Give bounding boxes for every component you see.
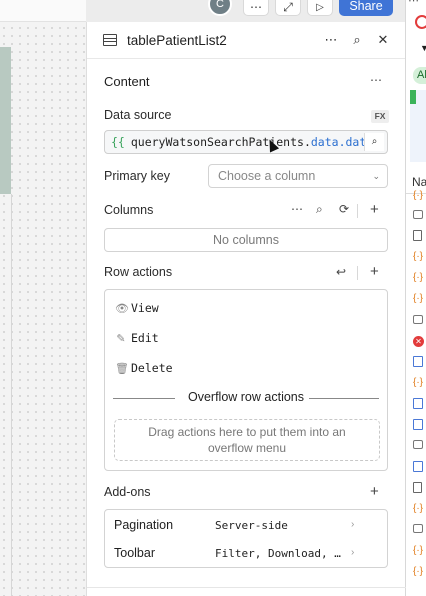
chevron-right-icon[interactable]: › — [351, 547, 354, 558]
more-icon[interactable]: ⋯ — [408, 0, 419, 7]
overflow-divider: Overflow row actions — [113, 390, 379, 406]
braces-icon: {·} — [413, 190, 424, 201]
braces-icon: {·} — [413, 293, 424, 304]
row-action-delete[interactable]: 🗑 Delete — [115, 361, 173, 375]
addons-list: Pagination Server-side › Toolbar Filter,… — [104, 509, 388, 568]
add-column-icon[interactable]: + — [370, 201, 379, 218]
chevron-down-icon[interactable]: ▼ — [420, 43, 426, 53]
primary-key-label: Primary key — [104, 169, 170, 183]
checkbox-icon — [413, 524, 423, 533]
share-button[interactable]: Share — [339, 0, 393, 16]
braces-icon: {·} — [413, 566, 424, 577]
data-source-input[interactable]: {{queryWatsonSearchPatients.data.data — [104, 130, 388, 154]
primary-key-select[interactable]: Choose a column ⌄ — [208, 164, 388, 188]
overflow-row-actions-label: Overflow row actions — [187, 390, 304, 404]
row-action-edit[interactable]: ✎ Edit — [115, 331, 158, 345]
checkbox-icon — [413, 440, 423, 449]
columns-empty-state: No columns — [104, 228, 388, 252]
addon-toolbar-label[interactable]: Toolbar — [114, 546, 155, 560]
canvas-component-edge[interactable] — [0, 47, 11, 194]
document-icon — [413, 482, 422, 493]
table-icon — [103, 34, 117, 46]
braces-icon: {·} — [413, 503, 424, 514]
addon-pagination-label[interactable]: Pagination — [114, 518, 173, 532]
column-picker-icon[interactable]: ⌕ — [316, 202, 323, 217]
row-actions-list: 👁 View ✎ Edit 🗑 Delete Overflow row acti… — [104, 289, 388, 471]
add-row-action-icon[interactable]: + — [370, 263, 379, 280]
braces-icon: {·} — [413, 545, 424, 556]
addon-toolbar-value[interactable]: Filter, Download, … — [215, 547, 341, 560]
preview-button[interactable]: ▷ — [307, 0, 333, 16]
divider — [357, 204, 358, 218]
overflow-drop-zone[interactable]: Drag actions here to put them into an ov… — [114, 419, 380, 461]
right-side-panel: ⋯ ▼ Al Na {·} {·} {·} {·} ✕ {·} {·} {·} … — [405, 0, 426, 596]
close-icon[interactable]: ✕ — [373, 32, 393, 48]
row-action-view[interactable]: 👁 View — [115, 301, 159, 315]
refresh-icon[interactable]: ⟳ — [339, 202, 349, 216]
stop-icon[interactable] — [415, 15, 426, 29]
columns-label: Columns — [104, 203, 154, 217]
form-icon — [413, 419, 423, 430]
error-icon: ✕ — [413, 336, 424, 347]
more-horizontal-icon[interactable]: ⋯ — [370, 73, 382, 87]
divider — [357, 266, 358, 280]
fx-toggle-button[interactable]: FX — [371, 110, 389, 123]
add-addon-icon[interactable]: + — [370, 483, 379, 500]
row-actions-label: Row actions — [104, 265, 173, 279]
component-name[interactable]: tablePatientList2 — [127, 33, 315, 48]
checkbox-icon — [413, 315, 423, 324]
braces-icon: {·} — [413, 377, 424, 388]
canvas-area[interactable] — [0, 0, 86, 596]
divider — [87, 587, 406, 588]
canvas-divider — [11, 194, 12, 596]
addon-pagination-value[interactable]: Server-side — [215, 519, 288, 532]
more-button[interactable]: ⋯ — [243, 0, 269, 16]
green-marker — [410, 90, 416, 104]
chevron-down-icon: ⌄ — [372, 171, 380, 181]
more-horizontal-icon[interactable]: ⋯ — [291, 202, 303, 216]
filter-pill[interactable]: Al — [413, 67, 426, 84]
addons-label: Add-ons — [104, 485, 151, 499]
more-horizontal-icon[interactable]: ⋯ — [321, 32, 341, 48]
user-avatar[interactable]: C — [208, 0, 232, 16]
document-icon — [413, 230, 422, 241]
expand-icon: ⤢ — [283, 0, 293, 14]
expand-button[interactable]: ⤢ — [275, 0, 301, 16]
trash-icon: 🗑 — [115, 362, 129, 375]
column-header: Na — [412, 175, 426, 189]
data-source-picker-icon[interactable]: ⌕ — [364, 133, 384, 151]
undo-icon[interactable]: ↩ — [336, 265, 346, 279]
pencil-icon: ✎ — [116, 332, 126, 345]
braces-icon: {·} — [413, 272, 424, 283]
inspector-panel: tablePatientList2 ⋯ ⌕ ✕ Content ⋯ Data s… — [86, 22, 406, 596]
data-source-label: Data source — [104, 108, 172, 122]
play-icon: ▷ — [316, 1, 324, 13]
form-icon — [413, 398, 423, 409]
search-icon[interactable]: ⌕ — [347, 32, 367, 48]
form-icon — [413, 461, 423, 472]
braces-icon: {·} — [413, 251, 424, 262]
checkbox-icon — [413, 210, 423, 219]
more-horizontal-icon: ⋯ — [250, 0, 262, 14]
eye-icon: 👁 — [115, 302, 129, 315]
section-title-content: Content — [104, 74, 150, 89]
panel-header: tablePatientList2 ⋯ ⌕ ✕ — [87, 22, 405, 59]
form-icon — [413, 356, 423, 367]
canvas-top-bar — [0, 0, 86, 22]
chevron-right-icon[interactable]: › — [351, 519, 354, 530]
